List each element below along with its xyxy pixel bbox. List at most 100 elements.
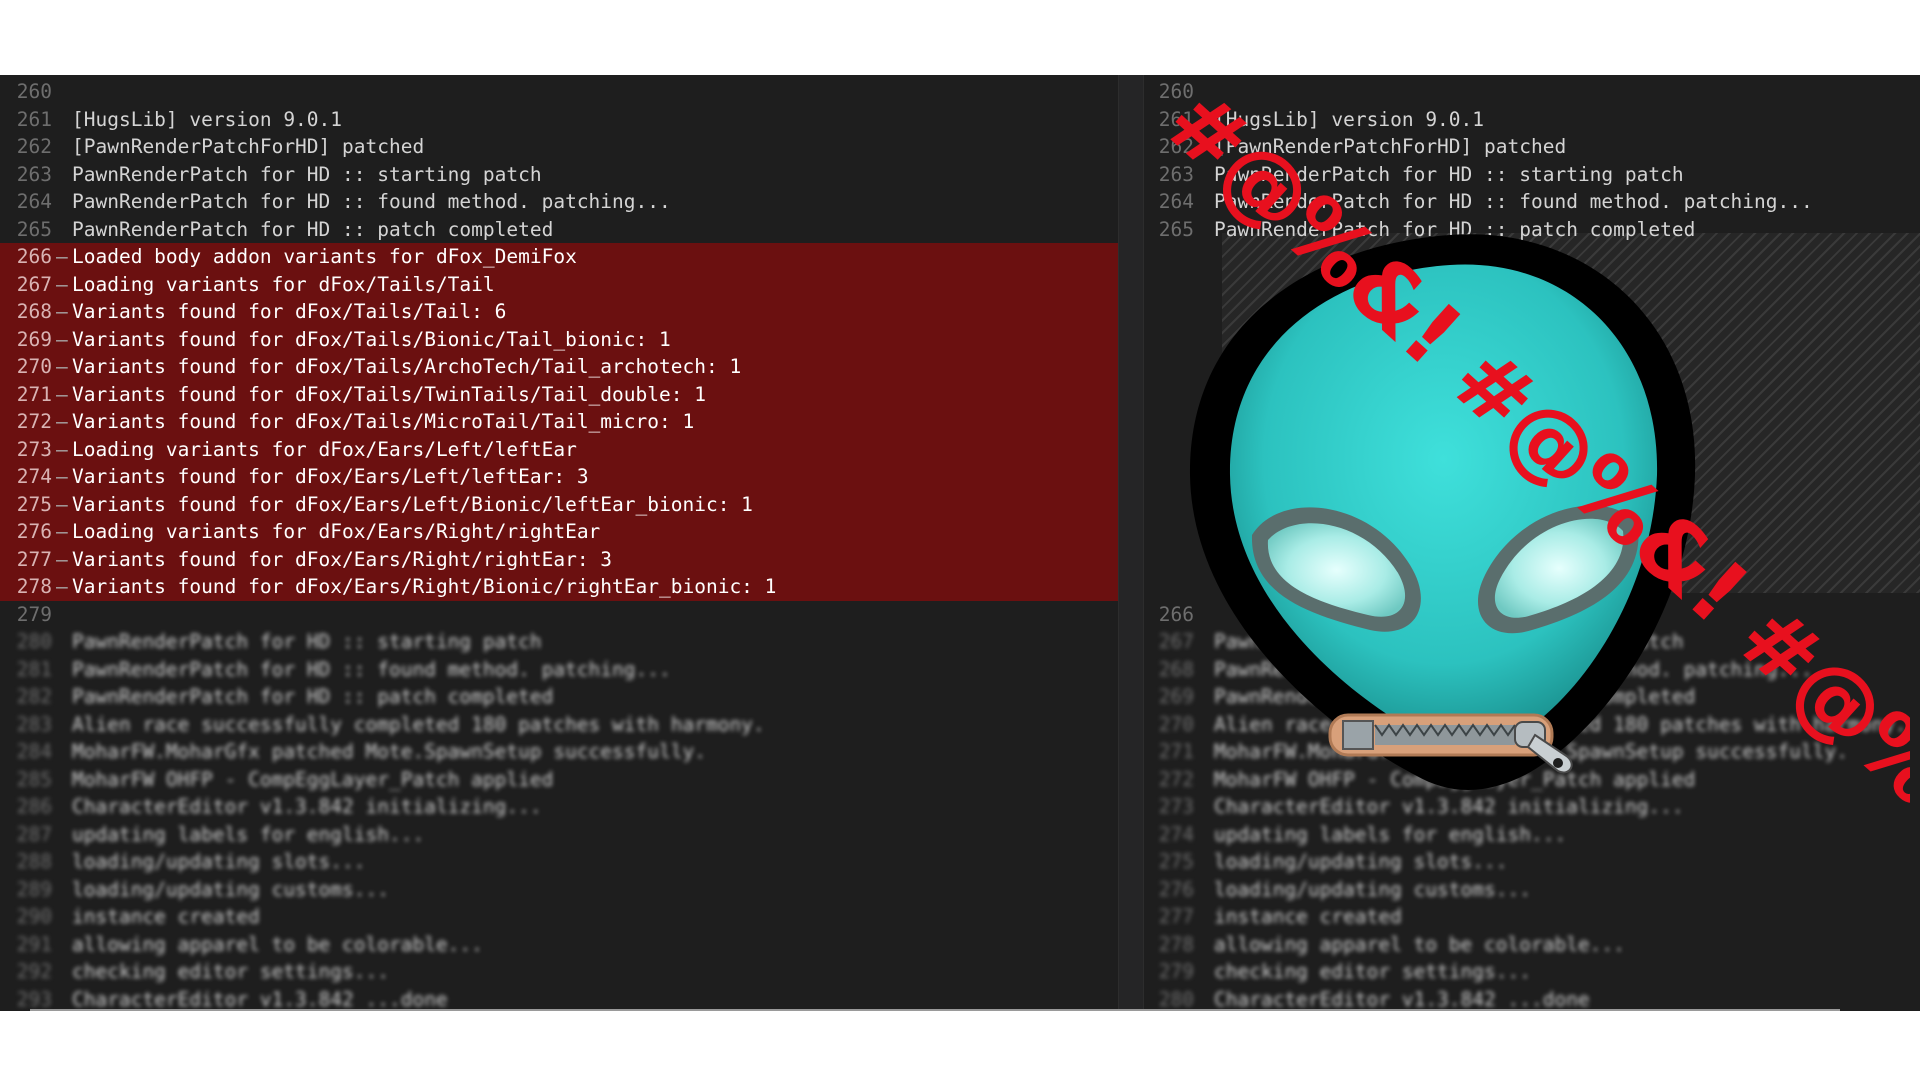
diff-line[interactable]: 279	[0, 601, 1140, 629]
line-number: 292	[16, 960, 52, 983]
diff-line[interactable]: 287 updating labels for english...	[0, 821, 1140, 849]
diff-line[interactable]: 268— Variants found for dFox/Tails/Tail: …	[0, 298, 1140, 326]
diff-line[interactable]: 274— Variants found for dFox/Ears/Left/le…	[0, 463, 1140, 491]
line-number: 271	[16, 382, 52, 406]
line-number: 261	[16, 107, 52, 131]
line-text: Loaded body addon variants for dFox_Demi…	[72, 245, 577, 268]
line-text: Variants found for dFox/Tails/ArchoTech/…	[72, 355, 742, 378]
line-number: 267	[16, 272, 52, 296]
line-text: CharacterEditor v1.3.842 initializing...	[72, 795, 542, 818]
diff-line[interactable]: 261 [HugsLib] version 9.0.1	[0, 106, 1140, 134]
line-text: Loading variants for dFox/Ears/Right/rig…	[72, 520, 601, 543]
diff-line[interactable]: 282 PawnRenderPatch for HD :: patch compl…	[0, 683, 1140, 711]
diff-line[interactable]: 288 loading/updating slots...	[0, 848, 1140, 876]
line-text: allowing apparel to be colorable...	[72, 932, 483, 956]
diff-line[interactable]: 276— Loading variants for dFox/Ears/Right…	[0, 518, 1140, 546]
line-text: PawnRenderPatch for HD :: starting patch	[72, 162, 542, 186]
line-number: 288	[16, 850, 52, 873]
diff-line[interactable]: 267— Loading variants for dFox/Tails/Tail	[0, 270, 1140, 298]
line-number: 265	[16, 217, 52, 241]
line-text: Variants found for dFox/Tails/TwinTails/…	[72, 382, 706, 406]
diff-line[interactable]: 273— Loading variants for dFox/Ears/Left/…	[0, 435, 1140, 463]
line-number: 272	[16, 410, 52, 433]
diff-line[interactable]: 278— Variants found for dFox/Ears/Right/B…	[0, 573, 1140, 601]
line-number: 287	[16, 822, 52, 846]
line-number: 293	[16, 987, 52, 1011]
line-number: 266	[16, 245, 52, 268]
diff-line[interactable]: 265 PawnRenderPatch for HD :: patch compl…	[0, 216, 1140, 244]
diff-line[interactable]: 264 PawnRenderPatch for HD :: found metho…	[0, 188, 1140, 216]
line-number: 275	[16, 492, 52, 516]
line-number: 268	[16, 300, 52, 323]
line-number: 264	[16, 190, 52, 213]
line-text: Alien race successfully completed 180 pa…	[72, 712, 765, 736]
line-text: PawnRenderPatch for HD :: patch complete…	[72, 685, 554, 708]
change-marker: —	[56, 272, 68, 296]
change-marker: —	[56, 327, 68, 351]
diff-line[interactable]: 272— Variants found for dFox/Tails/MicroT…	[0, 408, 1140, 436]
line-text: instance created	[72, 905, 260, 928]
line-number: 285	[16, 767, 52, 791]
diff-line[interactable]: 269— Variants found for dFox/Tails/Bionic…	[0, 325, 1140, 353]
diff-line[interactable]: 277— Variants found for dFox/Ears/Right/r…	[0, 545, 1140, 573]
line-number: 284	[16, 740, 52, 763]
line-number: 291	[16, 932, 52, 956]
line-number: 276	[16, 520, 52, 543]
line-text: Variants found for dFox/Ears/Right/right…	[72, 547, 613, 571]
line-text: PawnRenderPatch for HD :: patch complete…	[72, 217, 554, 241]
line-number: 279	[16, 602, 52, 626]
diff-line[interactable]: 293 CharacterEditor v1.3.842 ...done	[0, 986, 1140, 1012]
diff-line[interactable]: 260	[0, 78, 1140, 106]
line-number: 263	[16, 162, 52, 186]
line-text: [PawnRenderPatchForHD] patched	[72, 135, 425, 158]
line-number: 274	[16, 465, 52, 488]
diff-line[interactable]: 283 Alien race successfully completed 180…	[0, 711, 1140, 739]
line-number: 270	[16, 355, 52, 378]
line-number: 260	[16, 80, 52, 103]
line-text: Variants found for dFox/Tails/Bionic/Tai…	[72, 327, 671, 351]
line-number: 278	[16, 575, 52, 598]
diff-line[interactable]: 280 PawnRenderPatch for HD :: starting pa…	[0, 628, 1140, 656]
line-text: MoharFW.MoharGfx patched Mote.SpawnSetup…	[72, 740, 706, 763]
change-marker: —	[56, 300, 68, 323]
line-text: Loading variants for dFox/Tails/Tail	[72, 272, 495, 296]
line-text: Variants found for dFox/Ears/Right/Bioni…	[72, 575, 777, 598]
change-marker: —	[56, 547, 68, 571]
line-number: 262	[16, 135, 52, 158]
diff-line[interactable]: 263 PawnRenderPatch for HD :: starting pa…	[0, 161, 1140, 189]
line-text: Variants found for dFox/Tails/MicroTail/…	[72, 410, 695, 433]
diff-line[interactable]: 291 allowing apparel to be colorable...	[0, 931, 1140, 959]
line-text: loading/updating slots...	[72, 850, 366, 873]
diff-line[interactable]: 286 CharacterEditor v1.3.842 initializing…	[0, 793, 1140, 821]
diff-line[interactable]: 270— Variants found for dFox/Tails/ArchoT…	[0, 353, 1140, 381]
diff-line[interactable]: 262 [PawnRenderPatchForHD] patched	[0, 133, 1140, 161]
diff-line[interactable]: 275— Variants found for dFox/Ears/Left/Bi…	[0, 490, 1140, 518]
censored-alien-mascot: #@%&! #@%&! #@%&!	[1146, 95, 1910, 900]
line-text: Variants found for dFox/Ears/Left/leftEa…	[72, 465, 589, 488]
line-number: 281	[16, 657, 52, 681]
line-text: CharacterEditor v1.3.842 ...done	[72, 987, 448, 1011]
diff-line[interactable]: 271— Variants found for dFox/Tails/TwinTa…	[0, 380, 1140, 408]
line-text: PawnRenderPatch for HD :: found method. …	[72, 657, 671, 681]
line-number: 289	[16, 877, 52, 901]
diff-line[interactable]: 292 checking editor settings...	[0, 958, 1140, 986]
change-marker: —	[56, 245, 68, 268]
diff-line[interactable]: 285 MoharFW OHFP - CompEggLayer_Patch app…	[0, 766, 1140, 794]
diff-line[interactable]: 289 loading/updating customs...	[0, 876, 1140, 904]
change-marker: —	[56, 410, 68, 433]
line-text: updating labels for english...	[72, 822, 425, 846]
diff-line[interactable]: 290 instance created	[0, 903, 1140, 931]
line-number: 277	[16, 547, 52, 571]
change-marker: —	[56, 465, 68, 488]
diff-line[interactable]: 281 PawnRenderPatch for HD :: found metho…	[0, 656, 1140, 684]
line-number: 290	[16, 905, 52, 928]
line-text: loading/updating customs...	[72, 877, 389, 901]
line-text: checking editor settings...	[72, 960, 389, 983]
diff-line[interactable]: 266— Loaded body addon variants for dFox_…	[0, 243, 1140, 271]
left-diff-pane[interactable]: 260 261 [HugsLib] version 9.0.1 262 [PawnRen…	[0, 75, 1140, 1011]
line-text: Loading variants for dFox/Ears/Left/left…	[72, 437, 577, 461]
diff-line[interactable]: 284 MoharFW.MoharGfx patched Mote.SpawnSe…	[0, 738, 1140, 766]
line-number: 280	[16, 630, 52, 653]
horizontal-scrollbar[interactable]	[30, 1009, 1840, 1011]
line-text: Variants found for dFox/Tails/Tail: 6	[72, 300, 507, 323]
